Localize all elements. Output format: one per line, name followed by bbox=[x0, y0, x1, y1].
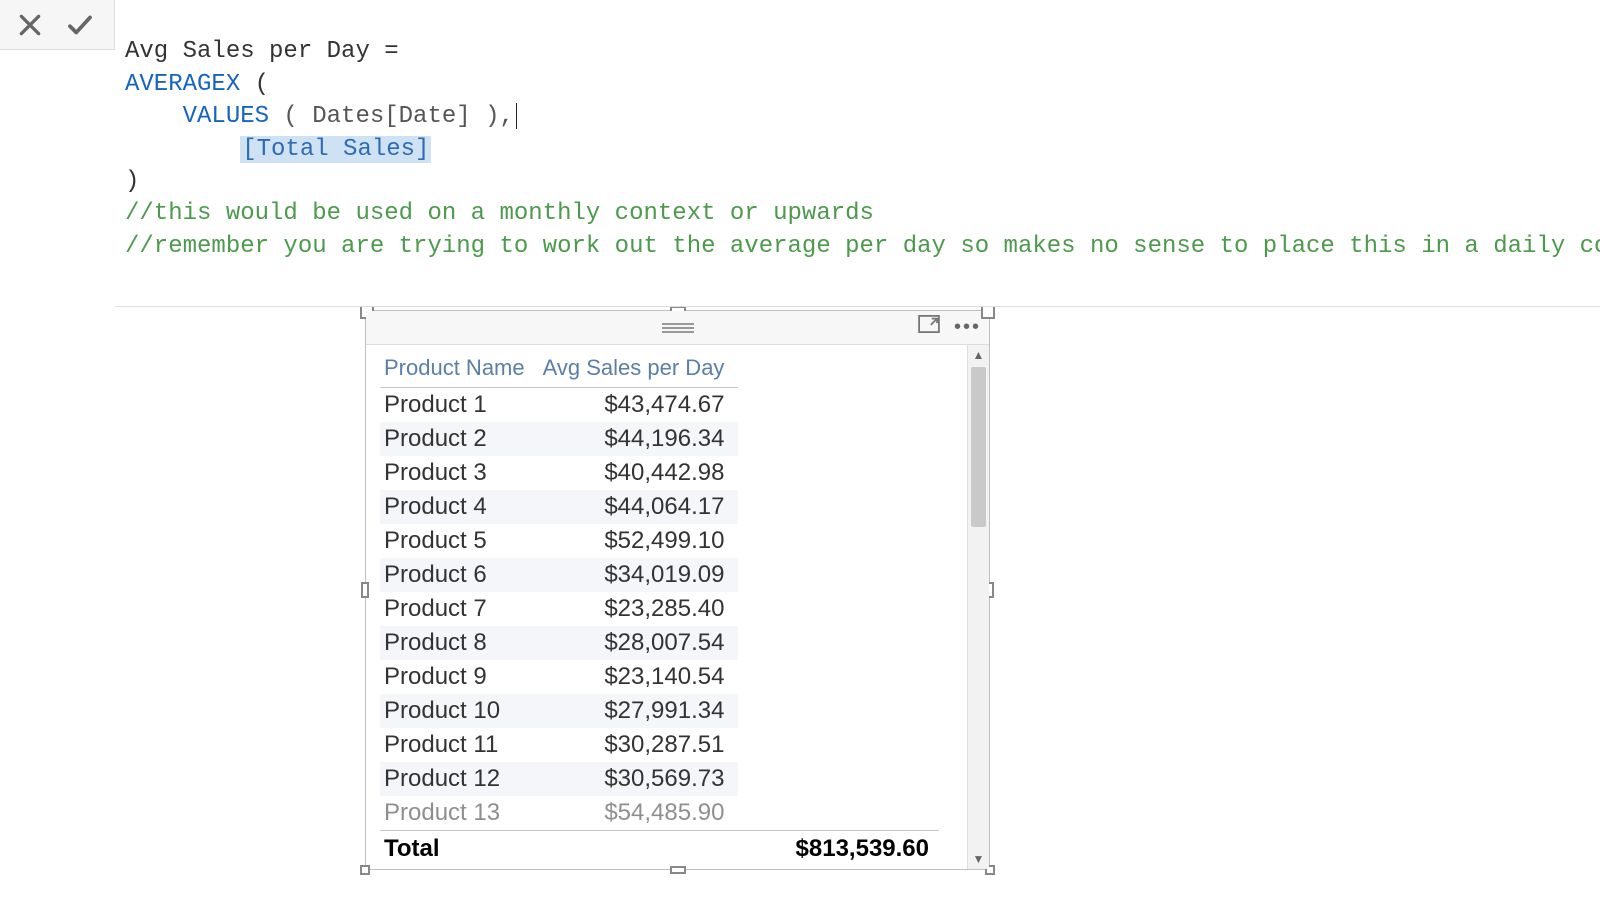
cell-avg-sales: $27,991.34 bbox=[539, 694, 739, 728]
dax-comment: //this would be used on a monthly contex… bbox=[125, 200, 874, 227]
scrollbar[interactable]: ▲ ▼ bbox=[967, 345, 989, 869]
cell-product-name: Product 2 bbox=[380, 422, 539, 456]
func-averagex: AVERAGEX bbox=[125, 71, 240, 98]
column-header[interactable]: Product Name bbox=[380, 351, 539, 388]
measure-name: Avg Sales per Day = bbox=[125, 38, 399, 65]
table-row[interactable]: Product 8$28,007.54 bbox=[380, 626, 738, 660]
formula-bar-actions bbox=[0, 0, 115, 50]
table-row[interactable]: Product 5$52,499.10 bbox=[380, 524, 738, 558]
scroll-thumb[interactable] bbox=[971, 367, 986, 527]
cell-product-name: Product 9 bbox=[380, 660, 539, 694]
cell-avg-sales: $28,007.54 bbox=[539, 626, 739, 660]
scroll-up-icon[interactable]: ▲ bbox=[968, 345, 989, 365]
text-caret bbox=[516, 103, 517, 129]
table-visual[interactable]: ••• Product Name Avg Sales per Day Produ… bbox=[365, 310, 990, 870]
measure-ref: [Total Sales] bbox=[240, 136, 431, 163]
commit-icon[interactable] bbox=[64, 9, 96, 41]
total-label: Total bbox=[384, 835, 524, 863]
cell-product-name: Product 3 bbox=[380, 456, 539, 490]
dax-comment: //remember you are trying to work out th… bbox=[125, 233, 1600, 260]
cell-avg-sales: $54,485.90 bbox=[539, 796, 739, 830]
drag-grip-icon[interactable] bbox=[662, 323, 694, 333]
cell-product-name: Product 8 bbox=[380, 626, 539, 660]
cell-product-name: Product 1 bbox=[380, 388, 539, 423]
cell-avg-sales: $44,196.34 bbox=[539, 422, 739, 456]
column-header[interactable]: Avg Sales per Day bbox=[539, 351, 739, 388]
cell-product-name: Product 13 bbox=[380, 796, 539, 830]
dax-formula-editor[interactable]: Avg Sales per Day = AVERAGEX ( VALUES ( … bbox=[115, 0, 1600, 307]
cell-product-name: Product 12 bbox=[380, 762, 539, 796]
table-row[interactable]: Product 9$23,140.54 bbox=[380, 660, 738, 694]
more-options-icon[interactable]: ••• bbox=[954, 317, 981, 337]
cell-product-name: Product 10 bbox=[380, 694, 539, 728]
table-row[interactable]: Product 11$30,287.51 bbox=[380, 728, 738, 762]
cell-avg-sales: $52,499.10 bbox=[539, 524, 739, 558]
cell-avg-sales: $23,140.54 bbox=[539, 660, 739, 694]
cell-product-name: Product 6 bbox=[380, 558, 539, 592]
table-row[interactable]: Product 7$23,285.40 bbox=[380, 592, 738, 626]
cancel-icon[interactable] bbox=[14, 9, 46, 41]
cell-product-name: Product 11 bbox=[380, 728, 539, 762]
table-row[interactable]: Product 12$30,569.73 bbox=[380, 762, 738, 796]
visual-header: ••• bbox=[366, 311, 989, 345]
scroll-down-icon[interactable]: ▼ bbox=[968, 849, 989, 869]
total-value: $813,539.60 bbox=[524, 835, 939, 863]
cell-avg-sales: $34,019.09 bbox=[539, 558, 739, 592]
cell-avg-sales: $43,474.67 bbox=[539, 388, 739, 423]
cell-avg-sales: $30,287.51 bbox=[539, 728, 739, 762]
func-values: VALUES bbox=[183, 103, 269, 130]
data-table: Product Name Avg Sales per Day Product 1… bbox=[380, 351, 738, 830]
cell-product-name: Product 4 bbox=[380, 490, 539, 524]
focus-mode-icon[interactable] bbox=[918, 315, 940, 338]
cell-avg-sales: $30,569.73 bbox=[539, 762, 739, 796]
table-row[interactable]: Product 3$40,442.98 bbox=[380, 456, 738, 490]
table-total-row: Total $813,539.60 bbox=[380, 830, 939, 863]
cell-avg-sales: $40,442.98 bbox=[539, 456, 739, 490]
table-row[interactable]: Product 6$34,019.09 bbox=[380, 558, 738, 592]
cell-avg-sales: $44,064.17 bbox=[539, 490, 739, 524]
cell-product-name: Product 7 bbox=[380, 592, 539, 626]
table-row[interactable]: Product 4$44,064.17 bbox=[380, 490, 738, 524]
cell-avg-sales: $23,285.40 bbox=[539, 592, 739, 626]
table-row[interactable]: Product 13$54,485.90 bbox=[380, 796, 738, 830]
table-row[interactable]: Product 10$27,991.34 bbox=[380, 694, 738, 728]
table-row[interactable]: Product 2$44,196.34 bbox=[380, 422, 738, 456]
table-row[interactable]: Product 1$43,474.67 bbox=[380, 388, 738, 423]
cell-product-name: Product 5 bbox=[380, 524, 539, 558]
